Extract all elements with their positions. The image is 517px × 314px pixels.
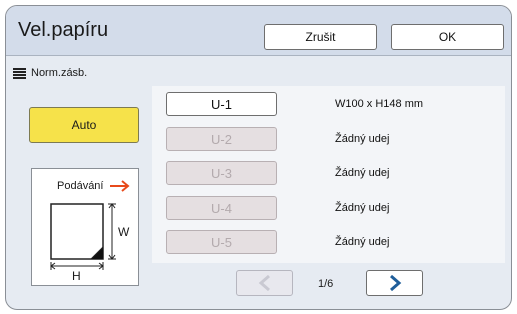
page-indicator: 1/6	[318, 278, 334, 290]
chevron-right-icon	[389, 274, 401, 292]
size-button-u5[interactable]: U-5	[166, 230, 277, 254]
mode-label: Norm.zásb.	[31, 67, 88, 79]
dialog-header: Vel.papíru Zrušit OK	[6, 6, 511, 56]
size-description-u5: Žádný udej	[335, 236, 390, 248]
size-button-u1[interactable]: U-1	[166, 92, 277, 116]
page-title: Vel.papíru	[18, 19, 109, 41]
size-description-u3: Žádný udej	[335, 167, 390, 179]
ok-button[interactable]: OK	[391, 24, 504, 50]
chevron-left-icon	[258, 274, 270, 292]
mode-indicator: Norm.zásb.	[13, 67, 87, 79]
previous-page-button[interactable]	[236, 270, 293, 296]
next-page-button[interactable]	[366, 270, 423, 296]
cancel-button[interactable]: Zrušit	[264, 24, 377, 50]
width-dimension-label: H	[72, 269, 81, 283]
size-button-u2[interactable]: U-2	[166, 127, 277, 151]
auto-button[interactable]: Auto	[29, 107, 139, 143]
size-button-u4[interactable]: U-4	[166, 196, 277, 220]
paper-size-dialog: Vel.papíru Zrušit OK Norm.zásb. Auto Pod…	[5, 5, 512, 310]
paper-feed-illustration: Podávání W H	[31, 168, 139, 286]
height-dimension-label: W	[118, 225, 130, 239]
size-button-u3[interactable]: U-3	[166, 161, 277, 185]
size-description-u4: Žádný udej	[335, 202, 390, 214]
lines-icon	[13, 67, 26, 79]
paper-sheet	[50, 203, 104, 260]
size-description-u1: W100 x H148 mm	[335, 98, 424, 110]
size-description-u2: Žádný udej	[335, 133, 390, 145]
